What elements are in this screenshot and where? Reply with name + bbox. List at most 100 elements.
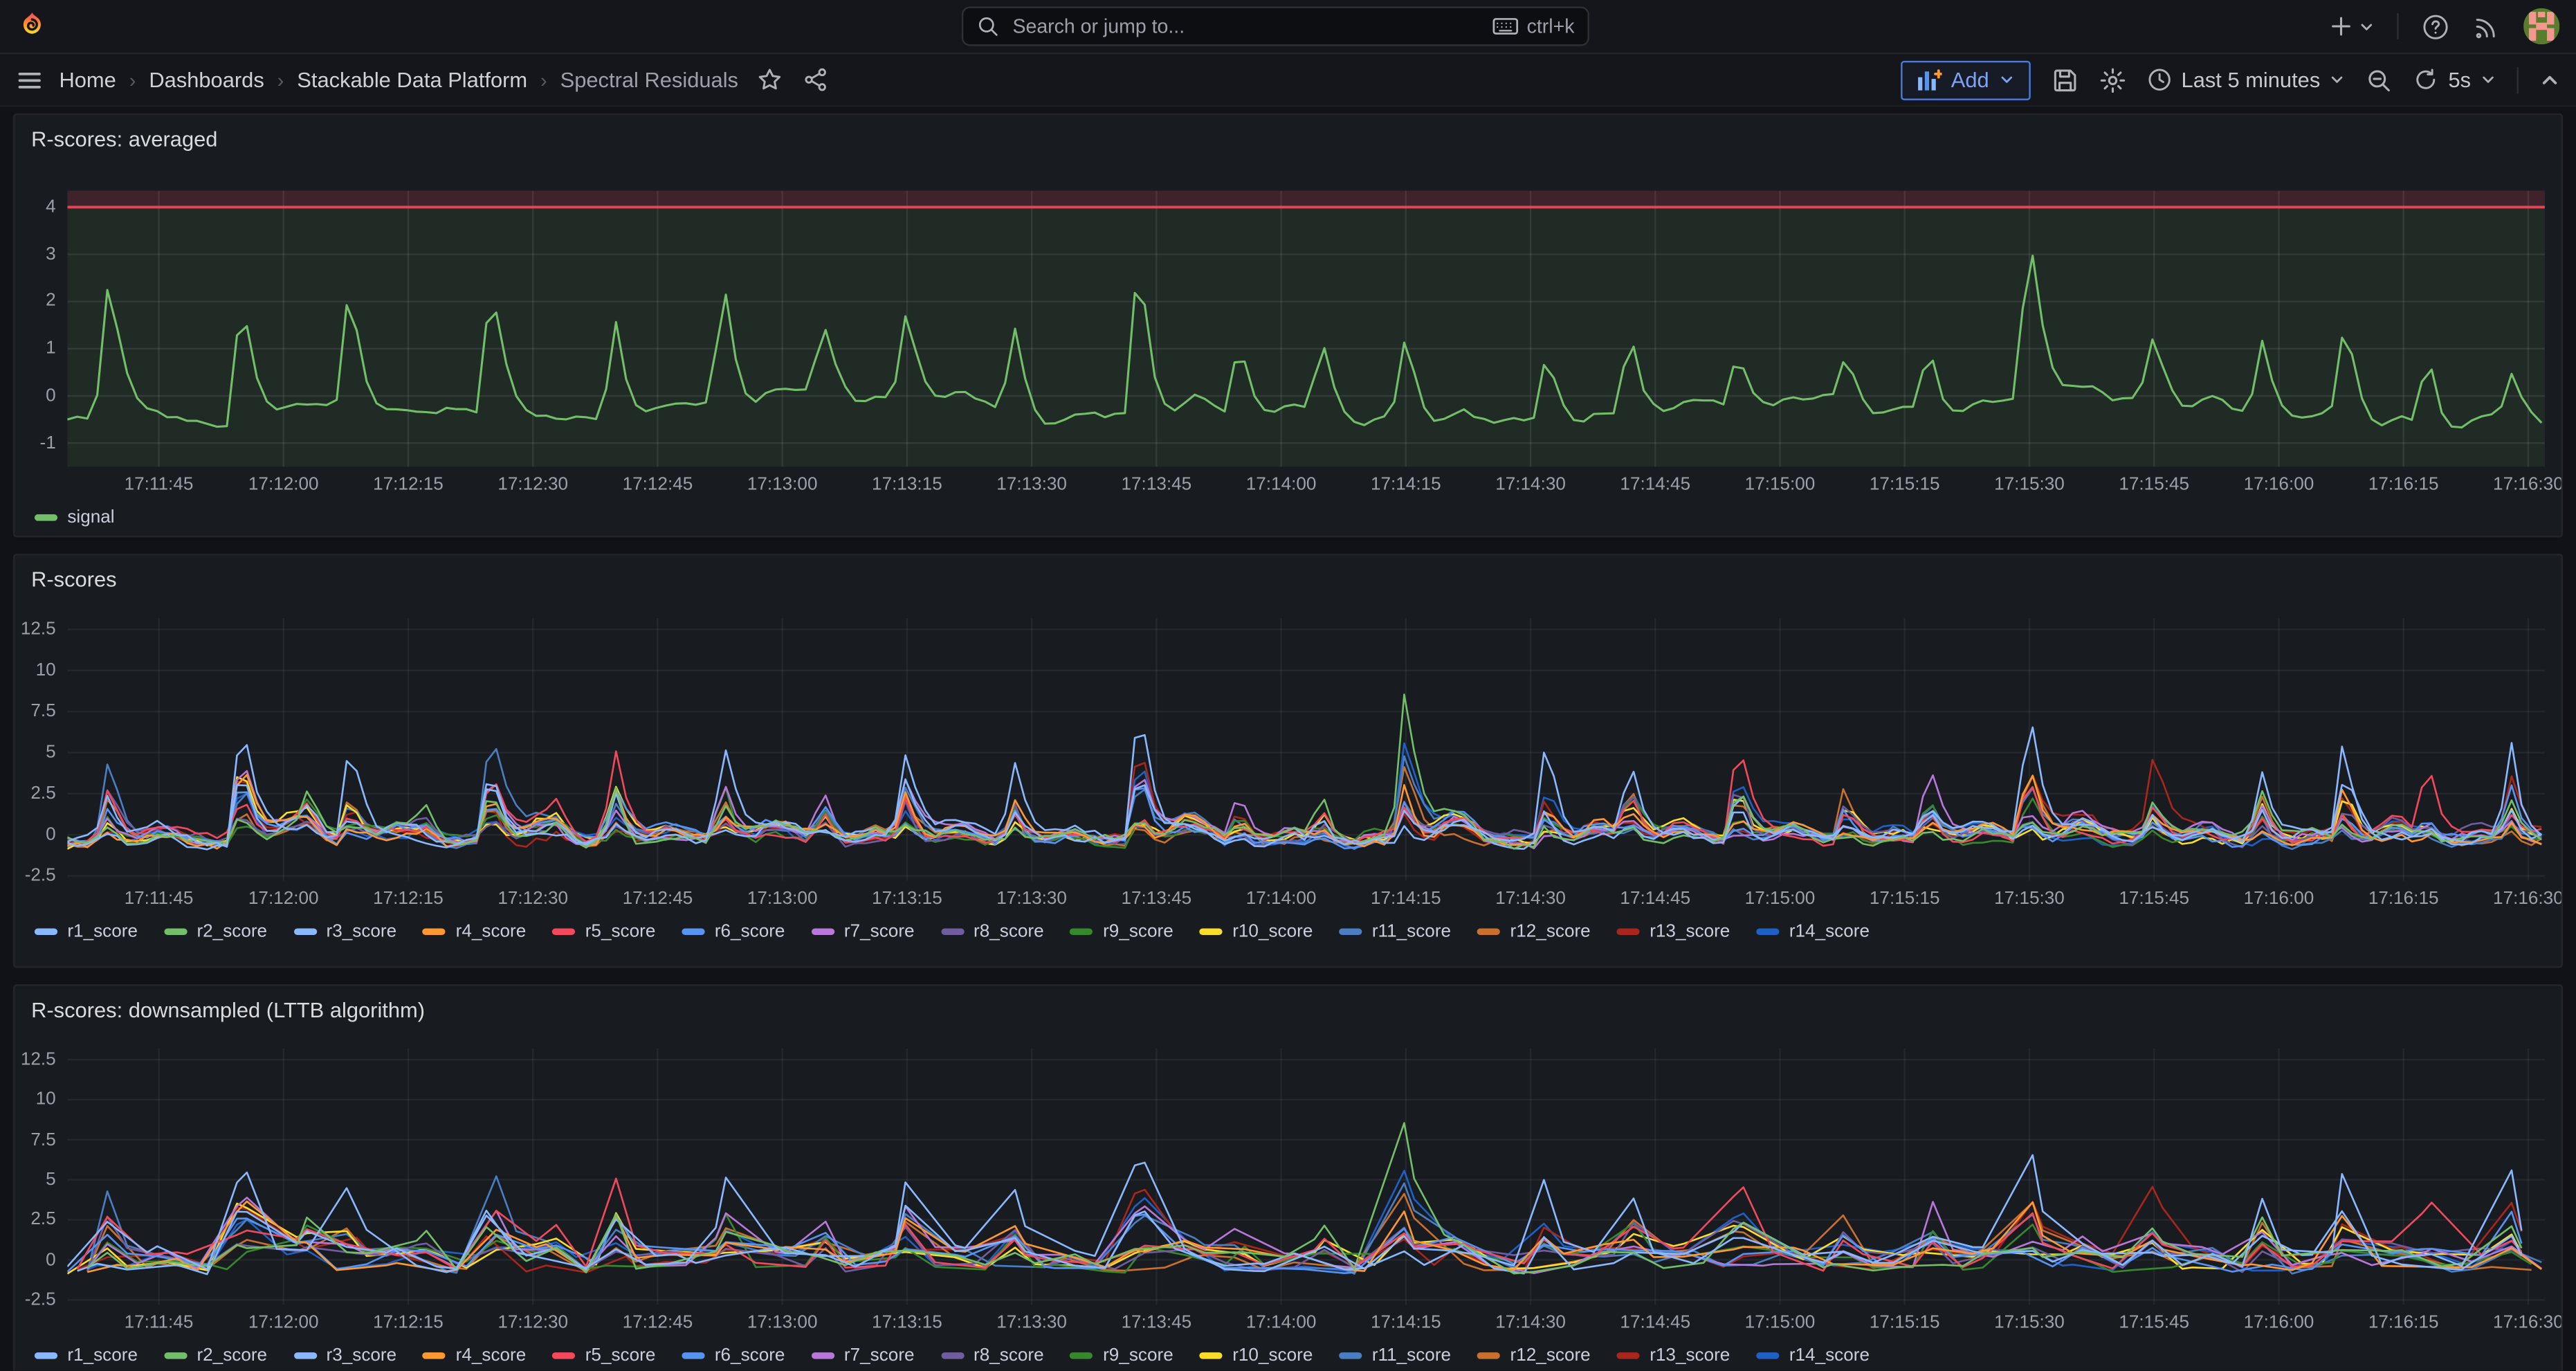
legend-item[interactable]: r12_score: [1477, 1346, 1591, 1365]
legend-color-pill: [293, 929, 316, 935]
share-icon[interactable]: [804, 67, 829, 92]
legend-item[interactable]: r13_score: [1617, 922, 1730, 941]
legend-color-pill: [1339, 1352, 1362, 1359]
legend-item[interactable]: r9_score: [1070, 1346, 1173, 1365]
x-tick-label: 17:13:00: [747, 889, 818, 909]
avatar[interactable]: [2523, 8, 2559, 44]
panel-title[interactable]: R-scores: averaged: [15, 115, 2561, 164]
legend-color-pill: [811, 1352, 834, 1359]
legend-item[interactable]: r14_score: [1756, 922, 1870, 941]
search-box[interactable]: ctrl+k: [962, 6, 1589, 46]
legend-label: r1_score: [67, 922, 138, 941]
save-icon[interactable]: [2052, 66, 2078, 93]
panel-title[interactable]: R-scores: downsampled (LTTB algorithm): [15, 986, 2561, 1035]
search-shortcut: ctrl+k: [1527, 15, 1575, 37]
legend-item[interactable]: r5_score: [552, 1346, 655, 1365]
search-input[interactable]: [1010, 13, 1483, 39]
x-tick-label: 17:15:30: [1994, 1313, 2065, 1332]
star-icon[interactable]: [758, 67, 783, 92]
x-tick-label: 17:11:45: [125, 475, 194, 494]
add-panel-icon: [1917, 69, 1942, 91]
legend-item[interactable]: r6_score: [682, 1346, 785, 1365]
legend-label: r11_score: [1372, 922, 1451, 941]
legend-item[interactable]: r3_score: [293, 1346, 396, 1365]
news-icon[interactable]: [2472, 12, 2500, 40]
legend-item[interactable]: r6_score: [682, 922, 785, 941]
legend-item[interactable]: r11_score: [1339, 1346, 1451, 1365]
y-tick-label: 12.5: [21, 1050, 56, 1069]
legend-item[interactable]: signal: [35, 508, 115, 527]
legend-item[interactable]: r1_score: [35, 1346, 138, 1365]
timeseries-chart[interactable]: [67, 190, 2545, 466]
x-tick-label: 17:13:00: [747, 1313, 818, 1332]
legend-item[interactable]: r4_score: [423, 1346, 526, 1365]
panel-title[interactable]: R-scores: [15, 556, 2561, 605]
refresh-picker[interactable]: 5s: [2414, 67, 2496, 92]
legend-item[interactable]: r8_score: [941, 922, 1044, 941]
legend-item[interactable]: r2_score: [164, 922, 267, 941]
x-tick-label: 17:12:00: [248, 1313, 319, 1332]
y-tick-label: 3: [46, 244, 56, 264]
breadcrumb-folder[interactable]: Stackable Data Platform: [297, 67, 527, 92]
breadcrumb-home[interactable]: Home: [59, 67, 116, 92]
x-tick-label: 17:14:45: [1620, 1313, 1690, 1332]
legend-item[interactable]: r8_score: [941, 1346, 1044, 1365]
legend-label: r3_score: [327, 1346, 397, 1365]
x-tick-label: 17:16:15: [2368, 889, 2439, 909]
y-tick-label: 7.5: [30, 702, 55, 721]
legend-item[interactable]: r7_score: [811, 1346, 914, 1365]
legend: r1_score r2_score r3_score r4_score r5_score…: [15, 1344, 2561, 1370]
add-button[interactable]: Add: [1900, 60, 2030, 100]
legend-item[interactable]: r1_score: [35, 922, 138, 941]
x-tick-label: 17:13:15: [872, 475, 942, 494]
grafana-logo-icon[interactable]: [17, 10, 48, 42]
timeseries-chart[interactable]: [67, 618, 2545, 881]
keyboard-icon: [1492, 17, 1519, 36]
help-icon[interactable]: [2422, 12, 2449, 40]
x-tick-label: 17:15:00: [1745, 1313, 1816, 1332]
breadcrumb-dashboards[interactable]: Dashboards: [149, 67, 264, 92]
legend-label: signal: [67, 508, 114, 527]
legend-item[interactable]: r12_score: [1477, 922, 1591, 941]
clock-icon: [2147, 67, 2172, 92]
legend-color-pill: [682, 1352, 704, 1359]
plus-icon: [2330, 15, 2353, 37]
legend-item[interactable]: r2_score: [164, 1346, 267, 1365]
legend-item[interactable]: r13_score: [1617, 1346, 1730, 1365]
time-range-picker[interactable]: Last 5 minutes: [2147, 67, 2345, 92]
new-menu-button[interactable]: [2330, 15, 2374, 37]
legend-color-pill: [1200, 1352, 1223, 1359]
legend-label: r3_score: [327, 922, 397, 941]
timeseries-chart[interactable]: [67, 1048, 2545, 1305]
x-tick-label: 17:14:15: [1371, 475, 1441, 494]
add-button-label: Add: [1951, 67, 1989, 92]
grafana-dashboard: ctrl+k: [0, 0, 2576, 1370]
legend-item[interactable]: r9_score: [1070, 922, 1173, 941]
y-tick-label: 7.5: [30, 1130, 55, 1150]
x-tick-label: 17:15:30: [1994, 475, 2065, 494]
x-tick-label: 17:14:45: [1620, 889, 1690, 909]
x-tick-label: 17:15:45: [2119, 475, 2189, 494]
settings-icon[interactable]: [2099, 66, 2126, 93]
legend-color-pill: [941, 929, 964, 935]
legend-item[interactable]: r7_score: [811, 922, 914, 941]
collapse-caret-icon[interactable]: [2540, 70, 2559, 89]
legend-item[interactable]: r3_score: [293, 922, 396, 941]
legend-label: r2_score: [197, 922, 267, 941]
legend-item[interactable]: r14_score: [1756, 1346, 1870, 1365]
legend-item[interactable]: r4_score: [423, 922, 526, 941]
legend-item[interactable]: r5_score: [552, 922, 655, 941]
y-axis: 12.5107.552.50-2.5: [15, 1048, 67, 1305]
x-tick-label: 17:12:45: [623, 475, 693, 494]
legend-item[interactable]: r10_score: [1200, 1346, 1313, 1365]
legend-color-pill: [35, 1352, 57, 1359]
legend-item[interactable]: r10_score: [1200, 922, 1313, 941]
legend-label: r9_score: [1103, 922, 1173, 941]
legend-color-pill: [1756, 929, 1779, 935]
menu-icon[interactable]: [17, 66, 43, 93]
legend-color-pill: [164, 929, 187, 935]
zoom-out-icon[interactable]: [2366, 66, 2393, 93]
legend-label: r5_score: [585, 1346, 656, 1365]
legend-item[interactable]: r11_score: [1339, 922, 1451, 941]
legend-label: r12_score: [1510, 1346, 1591, 1365]
